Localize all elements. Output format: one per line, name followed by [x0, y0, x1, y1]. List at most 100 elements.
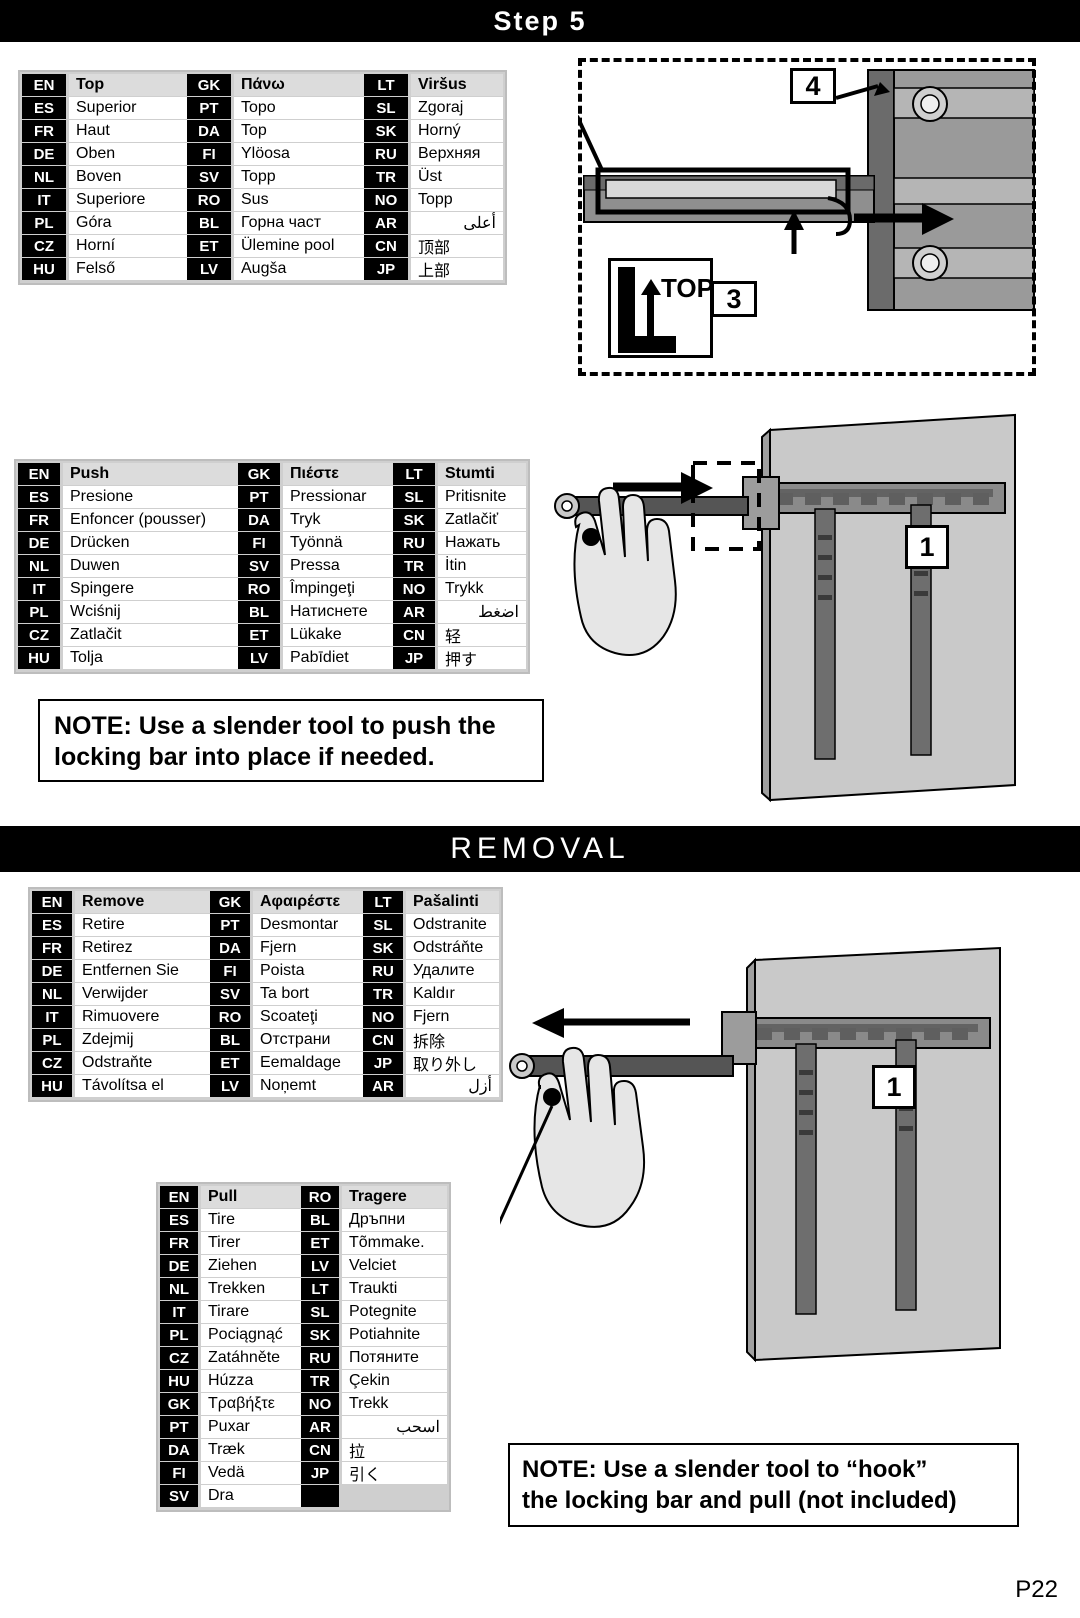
language-term: Enfoncer (pousser)	[63, 509, 238, 531]
language-code: PL	[18, 601, 60, 623]
language-term: Fjern	[253, 937, 363, 959]
top-icon-arrow-head	[641, 279, 661, 295]
language-code: DE	[160, 1255, 198, 1277]
language-code: DE	[32, 960, 72, 982]
page-number: P22	[1015, 1576, 1058, 1603]
language-term: أزل	[406, 1075, 499, 1097]
language-term: Trykk	[438, 578, 526, 600]
language-term: Távolítsa el	[75, 1075, 210, 1097]
language-code: SV	[187, 166, 231, 188]
note-push-line2: locking bar into place if needed.	[54, 743, 435, 771]
language-code: LT	[393, 463, 435, 485]
language-term: Top	[234, 120, 364, 142]
callout-removal-1: 1	[872, 1065, 916, 1109]
table-row: HU Tolja LV Pabīdiet JP 押す	[18, 647, 526, 669]
language-term: Çekin	[342, 1370, 447, 1392]
callout-4-label: 4	[805, 70, 821, 101]
language-code: NO	[301, 1393, 339, 1415]
language-code: ET	[187, 235, 231, 257]
push-tv-drawing	[554, 413, 1016, 803]
language-table-top-body: EN Top GK Πάνω LT Viršus ES Superior PT Topo SL Zgo…	[22, 74, 503, 281]
language-term: Zatáhněte	[201, 1347, 301, 1369]
language-term: Boven	[69, 166, 187, 188]
language-term: Pašalinti	[406, 891, 499, 913]
language-code: SK	[363, 937, 403, 959]
language-code: ES	[18, 486, 60, 508]
language-term: Entfernen Sie	[75, 960, 210, 982]
language-term: Húzza	[201, 1370, 301, 1392]
table-row: ES Presione PT Pressionar SL Pritisnite	[18, 486, 526, 508]
language-code: JP	[301, 1462, 339, 1484]
language-term: Πάνω	[234, 74, 364, 96]
callout-3: 3	[711, 281, 757, 317]
language-code: BL	[238, 601, 280, 623]
language-code: NL	[32, 983, 72, 1005]
table-row: SV Dra	[160, 1485, 447, 1507]
language-term: Eemaldage	[253, 1052, 363, 1074]
table-row: CZ Zatlačit ET Lükake CN 轻	[18, 624, 526, 646]
language-term: Duwen	[63, 555, 238, 577]
language-term: Zatlačit	[63, 624, 238, 646]
language-term: Retirez	[75, 937, 210, 959]
language-term: Remove	[75, 891, 210, 913]
language-term: Træk	[201, 1439, 301, 1461]
language-code: RO	[238, 578, 280, 600]
language-code: FR	[18, 509, 60, 531]
language-term: Αφαιρέστε	[253, 891, 363, 913]
language-code: BL	[210, 1029, 250, 1051]
language-code: FR	[22, 120, 66, 142]
language-code: IT	[18, 578, 60, 600]
language-code: PT	[187, 97, 231, 119]
language-term: Verwijder	[75, 983, 210, 1005]
language-code: RO	[301, 1186, 339, 1208]
language-code: FI	[160, 1462, 198, 1484]
language-code: PT	[238, 486, 280, 508]
language-term: Dra	[201, 1485, 301, 1507]
language-term: Odstranite	[406, 914, 499, 936]
language-term: Tolja	[63, 647, 238, 669]
language-term: Tire	[201, 1209, 301, 1231]
language-term: Tirare	[201, 1301, 301, 1323]
language-term: Zgoraj	[411, 97, 503, 119]
language-term: Lükake	[283, 624, 393, 646]
language-code: LV	[301, 1255, 339, 1277]
language-term: Τραβήξτε	[201, 1393, 301, 1415]
language-code: PL	[160, 1324, 198, 1346]
language-code: HU	[32, 1075, 72, 1097]
table-row: PL Pociągnąć SK Potiahnite	[160, 1324, 447, 1346]
language-code: SL	[393, 486, 435, 508]
removal-illustration: 1	[494, 930, 1080, 1400]
table-row: CZ Horní ET Ülemine pool CN 顶部	[22, 235, 503, 257]
language-code: ES	[160, 1209, 198, 1231]
language-code: ES	[32, 914, 72, 936]
language-code: DA	[210, 937, 250, 959]
table-row: IT Spingere RO Împingeţi NO Trykk	[18, 578, 526, 600]
language-term: Trekken	[201, 1278, 301, 1300]
language-term: 拉	[342, 1439, 447, 1461]
callout-push-1-label: 1	[919, 531, 935, 562]
language-code: SV	[160, 1485, 198, 1507]
table-row: ES Tire BL Дръпни	[160, 1209, 447, 1231]
language-code: EN	[22, 74, 66, 96]
language-term: Drücken	[63, 532, 238, 554]
language-term: اسحب	[342, 1416, 447, 1438]
language-term: Felső	[69, 258, 187, 280]
language-table-pull-body: EN Pull RO Tragere ES Tire BL Дръпни FR Tirer ET Tõ…	[160, 1186, 447, 1508]
language-code: DE	[22, 143, 66, 165]
language-term: Potiahnite	[342, 1324, 447, 1346]
language-code: TR	[393, 555, 435, 577]
table-row: DA Træk CN 拉	[160, 1439, 447, 1461]
language-term: Ziehen	[201, 1255, 301, 1277]
removal-tv-drawing	[494, 946, 1001, 1363]
table-row: FR Haut DA Top SK Horný	[22, 120, 503, 142]
language-code: CN	[363, 1029, 403, 1051]
language-code: LT	[364, 74, 408, 96]
language-term: Vedä	[201, 1462, 301, 1484]
table-row: IT Rimuovere RO Scoateţi NO Fjern	[32, 1006, 499, 1028]
language-term: Scoateţi	[253, 1006, 363, 1028]
language-term: 轻	[438, 624, 526, 646]
step-header-bar: Step 5	[0, 0, 1080, 42]
push-illustration: 1	[515, 405, 1080, 815]
language-code: AR	[393, 601, 435, 623]
language-term: Kaldır	[406, 983, 499, 1005]
